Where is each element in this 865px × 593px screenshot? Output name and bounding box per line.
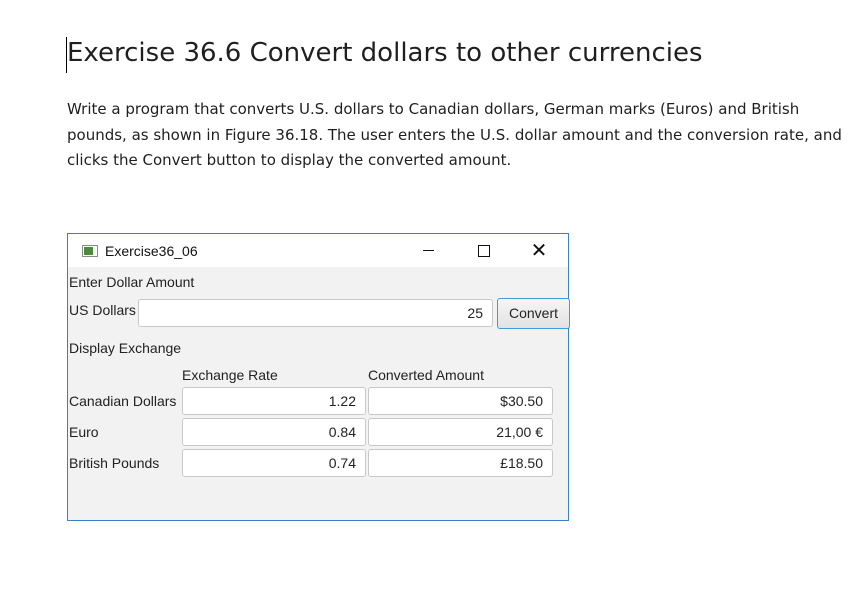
exchange-rate-header: Exchange Rate xyxy=(182,367,278,383)
app-icon xyxy=(82,245,98,257)
app-window: Exercise36_06 ✕ Enter Dollar Amount US D… xyxy=(67,233,570,521)
document-title: Exercise 36.6 Convert dollars to other c… xyxy=(67,38,703,68)
document-paragraph: Write a program that converts U.S. dolla… xyxy=(67,100,842,169)
minimize-icon xyxy=(422,250,434,251)
us-dollars-label: US Dollars xyxy=(69,302,136,318)
convert-button[interactable]: Convert xyxy=(497,298,570,329)
euro-label: Euro xyxy=(69,424,99,440)
maximize-icon xyxy=(478,244,490,257)
maximize-button[interactable] xyxy=(461,234,507,267)
canadian-dollars-label: Canadian Dollars xyxy=(69,393,177,409)
close-button[interactable]: ✕ xyxy=(516,234,562,267)
window-titlebar[interactable]: Exercise36_06 ✕ xyxy=(68,234,568,267)
enter-dollar-heading: Enter Dollar Amount xyxy=(69,274,195,290)
euro-converted-field[interactable]: 21,00 € xyxy=(368,418,553,446)
display-exchange-heading: Display Exchange xyxy=(69,340,182,356)
window-title: Exercise36_06 xyxy=(105,243,198,259)
canadian-converted-field[interactable]: $30.50 xyxy=(368,387,553,415)
close-icon: ✕ xyxy=(530,239,548,262)
us-dollars-input[interactable]: 25 xyxy=(138,299,493,327)
euro-rate-input[interactable]: 0.84 xyxy=(182,418,366,446)
british-pounds-label: British Pounds xyxy=(69,455,160,471)
british-converted-field[interactable]: £18.50 xyxy=(368,449,553,477)
british-rate-input[interactable]: 0.74 xyxy=(182,449,366,477)
minimize-button[interactable] xyxy=(405,234,451,267)
canadian-rate-input[interactable]: 1.22 xyxy=(182,387,366,415)
converted-amount-header: Converted Amount xyxy=(368,367,484,383)
